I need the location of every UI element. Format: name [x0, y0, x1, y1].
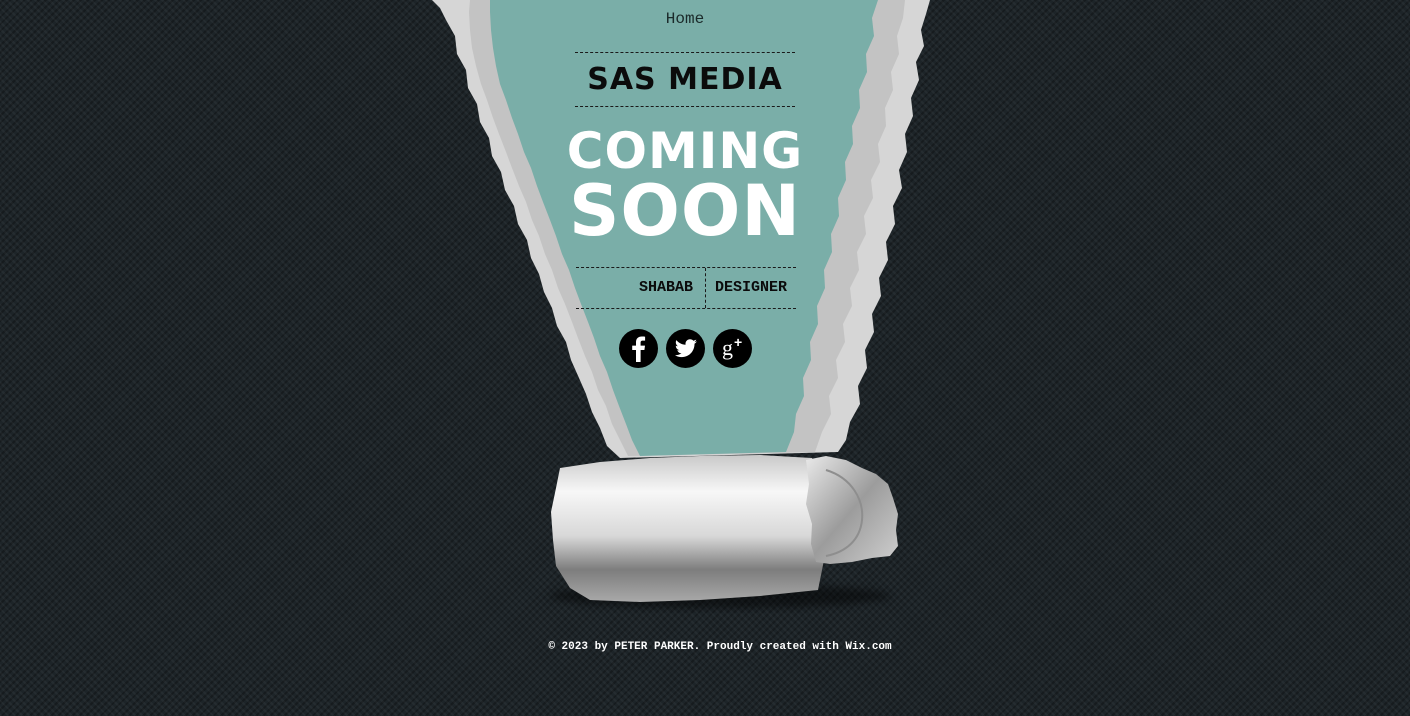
credit-name: SHABAB — [576, 268, 706, 308]
twitter-button[interactable] — [666, 329, 705, 368]
nav-home-link[interactable]: Home — [635, 10, 735, 28]
headline-soon: SOON — [568, 170, 801, 252]
footer-wix-link[interactable]: Wix.com — [845, 641, 891, 653]
brand-block: SAS MEDIA — [575, 52, 795, 107]
facebook-icon — [632, 336, 646, 362]
svg-text:+: + — [734, 334, 742, 350]
site-title: SAS MEDIA — [587, 62, 783, 97]
credit-role: DESIGNER — [715, 279, 788, 296]
footer: © 2023 by PETER PARKER. Proudly created … — [0, 641, 1410, 653]
svg-text:g: g — [722, 335, 733, 360]
facebook-button[interactable] — [619, 329, 658, 368]
twitter-icon — [674, 339, 697, 358]
social-links: g + — [619, 329, 752, 368]
google-plus-button[interactable]: g + — [713, 329, 752, 368]
paper-roll — [551, 455, 826, 602]
credit-row: SHABAB DESIGNER — [576, 267, 796, 309]
google-plus-icon: g + — [722, 334, 742, 360]
headline-coming: COMING — [566, 122, 804, 180]
paper-roll-end — [806, 456, 898, 564]
footer-copyright: © 2023 by PETER PARKER. Proudly created … — [548, 641, 846, 653]
